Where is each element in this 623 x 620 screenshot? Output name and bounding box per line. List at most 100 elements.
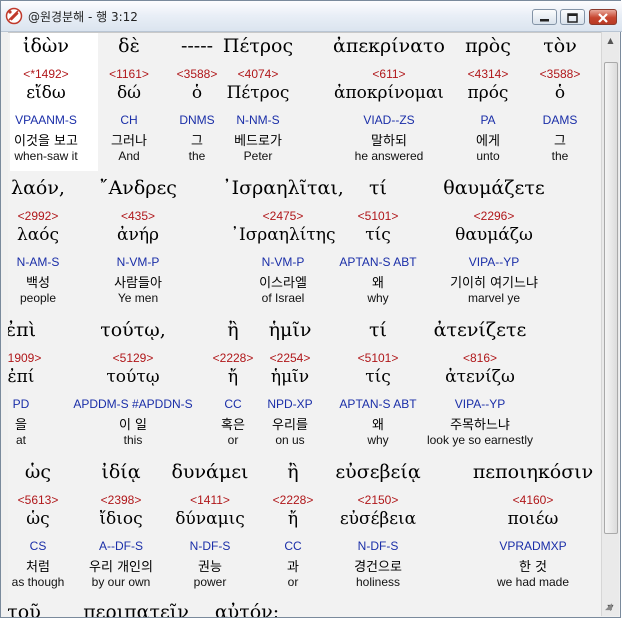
vertical-scrollbar[interactable]: ▲ ▼ xyxy=(601,32,619,616)
word-parse: DNMS xyxy=(179,113,215,127)
word-greek[interactable]: τὸν xyxy=(543,35,577,57)
word-lemma: ὡς xyxy=(26,509,50,529)
word-korean: 왜 xyxy=(372,418,384,433)
word-english: at xyxy=(15,433,27,447)
word-greek[interactable]: ᾿Ισραηλῖται, xyxy=(222,177,344,199)
word-english: by our own xyxy=(91,575,151,589)
word-korean: 말하되 xyxy=(371,134,407,149)
word-greek[interactable]: δὲ xyxy=(118,35,140,57)
close-button[interactable] xyxy=(589,9,617,25)
word-korean: 그 xyxy=(554,134,566,149)
word-strong: <5101> xyxy=(357,209,399,223)
word-parse: N-VM-P xyxy=(116,255,160,269)
word-greek[interactable]: θαυμάζετε xyxy=(443,177,545,199)
word-greek[interactable]: λαόν, xyxy=(11,177,65,199)
word-lemma: τούτῳ xyxy=(106,367,160,387)
word-lemma: πρός xyxy=(467,83,509,103)
word-english: power xyxy=(193,575,227,589)
word-greek[interactable]: τοῦ xyxy=(8,601,41,617)
word-greek[interactable]: ὡς xyxy=(25,461,51,483)
word-english: on us xyxy=(275,433,305,447)
word-korean: 주목하느냐 xyxy=(450,418,510,433)
word-english: look ye so earnestly xyxy=(426,433,534,447)
word-strong: <435> xyxy=(120,209,156,223)
maximize-icon xyxy=(567,13,578,23)
word-greek[interactable]: πεποιηκόσιν xyxy=(473,461,593,483)
app-icon[interactable] xyxy=(5,7,23,25)
word-greek[interactable]: ἐπὶ xyxy=(8,319,36,341)
word-korean: 에게 xyxy=(476,134,500,149)
word-english: he answered xyxy=(354,149,424,163)
word-greek[interactable]: Πέτρος xyxy=(223,35,293,57)
word-greek[interactable]: ἡμῖν xyxy=(269,319,312,341)
word-parse: APTAN-S ABT xyxy=(339,397,417,411)
word-greek[interactable]: εὐσεβείᾳ xyxy=(335,461,420,483)
word-strong: <2296> xyxy=(473,209,515,223)
interlinear-content: ἰδὼν <*1492> εἴδω VPAANM-S 이것을 보고 when-saw it… xyxy=(8,32,601,617)
word-strong: <2398> xyxy=(100,493,142,507)
word-greek[interactable]: δυνάμει xyxy=(171,461,248,483)
word-english: marvel ye xyxy=(467,291,521,305)
word-parse: CH xyxy=(120,113,138,127)
word-greek[interactable]: αὐτόν; xyxy=(215,601,279,617)
word-lemma: ἀτενίζω xyxy=(445,367,515,387)
word-greek[interactable]: τούτῳ, xyxy=(100,319,166,341)
word-parse: VIPA--YP xyxy=(454,397,506,411)
word-korean: 사람들아 xyxy=(114,276,162,291)
word-english: why xyxy=(367,433,389,447)
word-strong: <4074> xyxy=(237,67,279,81)
word-lemma: ἀνήρ xyxy=(117,225,159,245)
word-lemma: Πέτρος xyxy=(226,83,290,103)
scroll-up-arrow-icon[interactable]: ▲ xyxy=(602,32,619,49)
word-strong: <2150> xyxy=(357,493,399,507)
word-parse: DAMS xyxy=(542,113,578,127)
word-korean: 처럼 xyxy=(26,560,50,575)
word-strong: <4314> xyxy=(467,67,509,81)
word-english: why xyxy=(367,291,389,305)
word-lemma: θαυμάζω xyxy=(455,225,533,245)
word-korean: 우리를 xyxy=(272,418,308,433)
word-parse: N-DF-S xyxy=(189,539,231,553)
word-greek[interactable]: ----- xyxy=(181,35,213,57)
word-greek[interactable]: ἰδὼν xyxy=(23,35,69,57)
word-korean: 혹은 xyxy=(221,418,245,433)
word-strong: <1411> xyxy=(190,493,230,507)
word-korean: 기이히 여기느냐 xyxy=(450,276,538,291)
word-strong: <1161> xyxy=(109,67,149,81)
word-greek[interactable]: ἢ xyxy=(227,319,238,341)
word-strong: <2254> xyxy=(269,351,311,365)
word-greek[interactable]: ἀτενίζετε xyxy=(434,319,527,341)
word-english: people xyxy=(19,291,57,305)
word-parse: VIPA--YP xyxy=(468,255,520,269)
word-korean: 권능 xyxy=(198,560,222,575)
word-greek[interactable]: τί xyxy=(369,319,387,341)
scrollbar-thumb[interactable] xyxy=(604,62,618,534)
word-parse: N-AM-S xyxy=(16,255,60,269)
word-lemma: ὁ xyxy=(191,83,203,103)
word-greek[interactable]: ἢ xyxy=(287,461,298,483)
word-greek[interactable]: ῎Ανδρες xyxy=(99,177,177,199)
word-strong: <2228> xyxy=(272,493,314,507)
word-strong: <2228> xyxy=(212,351,254,365)
word-greek[interactable]: ἰδίᾳ xyxy=(101,461,140,483)
word-korean: 한 것 xyxy=(518,560,548,575)
minimize-button[interactable] xyxy=(532,9,557,25)
word-english: holiness xyxy=(355,575,401,589)
word-lemma: εὐσέβεια xyxy=(339,509,417,529)
word-greek[interactable]: τί xyxy=(369,177,387,199)
word-strong: <816> xyxy=(462,351,498,365)
word-strong: <3588> xyxy=(176,67,218,81)
maximize-button[interactable] xyxy=(560,9,585,25)
word-korean: 그 xyxy=(191,134,203,149)
word-greek[interactable]: ἀπεκρίνατο xyxy=(333,35,445,57)
word-lemma: τίς xyxy=(365,367,391,387)
word-lemma: ἡμῖν xyxy=(270,367,310,387)
word-english: the xyxy=(188,149,206,163)
word-english: as though xyxy=(11,575,65,589)
word-lemma: ἤ xyxy=(287,509,299,529)
title-bar[interactable]: @원경분해 - 행 3:12 xyxy=(1,1,622,32)
word-greek[interactable]: πρὸς xyxy=(465,35,511,57)
word-korean: 백성 xyxy=(26,276,50,291)
word-greek[interactable]: περιπατεῖν xyxy=(83,601,189,617)
resize-grip-icon[interactable]: ◢ xyxy=(605,601,617,613)
